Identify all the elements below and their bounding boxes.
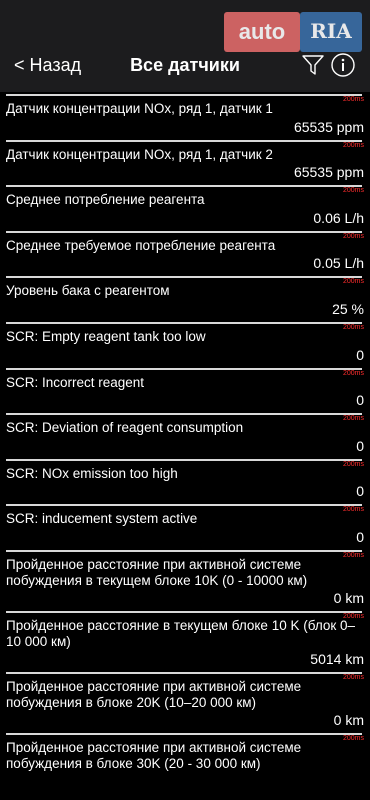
row-divider [6, 732, 362, 735]
filter-icon[interactable] [302, 54, 324, 76]
sensor-label: Пройденное расстояние при активной систе… [6, 556, 308, 588]
sensor-label: Пройденное расстояние при активной систе… [6, 739, 302, 771]
sensor-row[interactable]: 200ms SCR: Empty reagent tank too low 0 [0, 320, 370, 366]
sensor-row[interactable]: 200ms SCR: NOx emission too high 0 [0, 457, 370, 503]
sensor-label: Пройденное расстояние при активной систе… [6, 678, 302, 710]
row-divider [6, 504, 362, 507]
sensor-label: Среднее требуемое потребление реагента [6, 237, 276, 253]
sensor-row[interactable]: 200ms Пройденное расстояние при активной … [0, 548, 370, 609]
sensor-value: 65535 ppm [293, 164, 364, 181]
info-icon[interactable] [331, 53, 355, 77]
sensor-label: Датчик концентрации NOx, ряд 1, датчик 2 [6, 146, 273, 162]
watermark-auto: auto [224, 12, 300, 52]
sensor-value: 0 km [333, 711, 364, 728]
sensor-row[interactable]: 200ms Пройденное расстояние при активной … [0, 670, 370, 731]
watermark-logo: auto RIA [224, 12, 364, 54]
row-divider [6, 367, 362, 370]
sensor-list: 200ms Датчик концентрации NOx, ряд 1, дат… [0, 92, 370, 792]
sensor-value: 0 [356, 483, 364, 500]
row-divider [6, 230, 362, 233]
row-divider [6, 549, 362, 552]
row-divider [6, 276, 362, 279]
sensor-row[interactable]: 200ms Датчик концентрации NOx, ряд 1, дат… [0, 92, 370, 138]
row-divider [6, 413, 362, 416]
sensor-row[interactable]: 200ms Среднее требуемое потребление реаге… [0, 229, 370, 275]
sensor-row[interactable]: 200ms Пройденное расстояние при активной … [0, 731, 370, 792]
sensor-label: SCR: Incorrect reagent [6, 374, 145, 390]
sensor-label: Пройденное расстояние в текущем блоке 10… [6, 617, 356, 649]
sensor-value: 25 % [332, 300, 364, 317]
sensor-label: SCR: inducement system active [6, 511, 198, 527]
sensor-label: Датчик концентрации NOx, ряд 1, датчик 1 [6, 101, 273, 116]
sensor-row[interactable]: 200ms Уровень бака с реагентом 25 % [0, 274, 370, 320]
back-button[interactable]: < Назад [14, 55, 81, 76]
nav-bar: < Назад Все датчики auto RIA [0, 0, 370, 92]
sensor-row[interactable]: 200ms SCR: Deviation of reagent consumpti… [0, 411, 370, 457]
sensor-row[interactable]: 200ms SCR: Incorrect reagent 0 [0, 366, 370, 412]
sensor-label: SCR: NOx emission too high [6, 465, 178, 481]
sensor-value: 0 [356, 437, 364, 454]
sensor-value: 0 km [333, 589, 364, 606]
row-divider [6, 139, 362, 142]
sensor-value: 0 [356, 346, 364, 363]
sensor-label: Уровень бака с реагентом [6, 283, 170, 299]
sensor-row[interactable]: 200ms SCR: inducement system active 0 [0, 502, 370, 548]
row-divider [6, 185, 362, 188]
sensor-value: 0 [356, 392, 364, 409]
sensor-value: 65535 ppm [293, 118, 364, 135]
watermark-ria: RIA [300, 12, 362, 52]
sensor-label: Среднее потребление реагента [6, 192, 205, 208]
row-divider [6, 458, 362, 461]
row-divider [6, 671, 362, 674]
sensor-value: 5014 km [310, 650, 364, 667]
sensor-label: SCR: Deviation of reagent consumption [6, 420, 244, 436]
sensor-row[interactable]: 200ms Датчик концентрации NOx, ряд 1, дат… [0, 138, 370, 184]
sensor-value: 0.05 L/h [313, 255, 364, 272]
sensor-value: 0 [356, 528, 364, 545]
row-divider [6, 610, 362, 613]
sensor-value: 0.06 L/h [313, 209, 364, 226]
sensor-row[interactable]: 200ms Среднее потребление реагента 0.06 L/… [0, 183, 370, 229]
row-divider [6, 321, 362, 324]
row-divider [6, 94, 362, 96]
sensor-label: SCR: Empty reagent tank too low [6, 328, 206, 344]
sensor-row[interactable]: 200ms Пройденное расстояние в текущем бло… [0, 609, 370, 670]
